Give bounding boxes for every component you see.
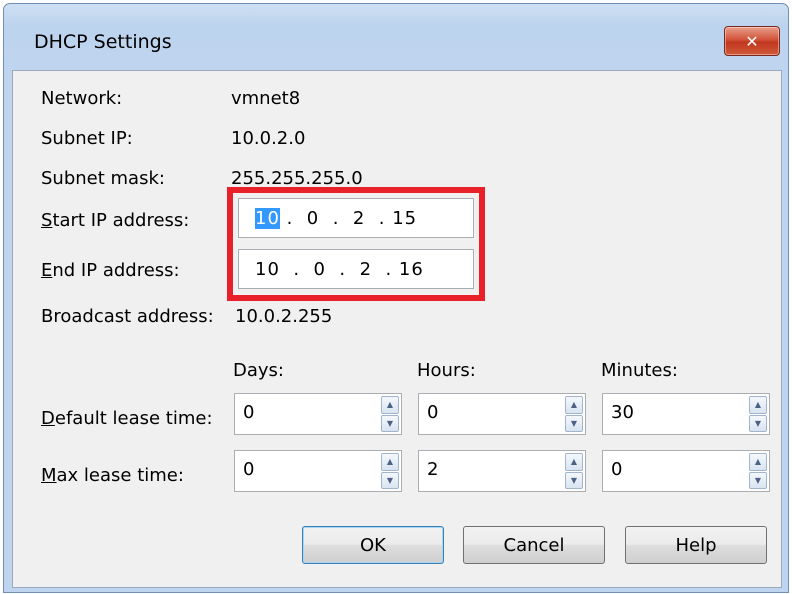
end-ip-mnemonic: E (41, 260, 53, 281)
max-days-value: 0 (243, 459, 255, 480)
minutes-column-header: Minutes: (601, 360, 678, 381)
spin-up-icon[interactable]: ▲ (749, 453, 767, 471)
default-hours-spinner[interactable]: 0 ▲ ▼ (418, 393, 586, 435)
broadcast-value: 10.0.2.255 (235, 306, 333, 327)
spin-up-icon[interactable]: ▲ (381, 396, 399, 414)
dialog-title: DHCP Settings (34, 31, 172, 53)
default-lease-label-text: efault lease time: (54, 408, 213, 429)
spin-down-icon[interactable]: ▼ (749, 471, 767, 489)
spin-down-icon[interactable]: ▼ (749, 414, 767, 432)
spin-down-icon[interactable]: ▼ (381, 414, 399, 432)
default-days-value: 0 (243, 402, 255, 423)
spin-down-icon[interactable]: ▼ (381, 471, 399, 489)
ok-button[interactable]: OK (302, 526, 444, 564)
days-column-header: Days: (233, 360, 284, 381)
max-lease-label: Max lease time: (41, 465, 184, 486)
default-lease-mnemonic: D (41, 408, 55, 429)
ip-range-highlight (227, 187, 485, 301)
network-value: vmnet8 (231, 88, 301, 109)
subnet-mask-value: 255.255.255.0 (231, 168, 363, 189)
end-ip-label-text: nd IP address: (52, 260, 180, 281)
max-minutes-spinner[interactable]: 0 ▲ ▼ (602, 450, 770, 492)
close-icon: ✕ (745, 31, 759, 51)
default-minutes-value: 30 (611, 402, 634, 423)
max-lease-mnemonic: M (41, 465, 57, 486)
spin-up-icon[interactable]: ▲ (749, 396, 767, 414)
spin-down-icon[interactable]: ▼ (565, 414, 583, 432)
max-minutes-value: 0 (611, 459, 623, 480)
spin-up-icon[interactable]: ▲ (565, 396, 583, 414)
subnet-ip-label: Subnet IP: (41, 128, 133, 149)
spin-up-icon[interactable]: ▲ (565, 453, 583, 471)
broadcast-label: Broadcast address: (41, 306, 214, 327)
default-days-spinner[interactable]: 0 ▲ ▼ (234, 393, 402, 435)
start-ip-label: Start IP address: (41, 210, 189, 231)
max-lease-label-text: ax lease time: (56, 465, 184, 486)
subnet-ip-value: 10.0.2.0 (231, 128, 306, 149)
cancel-button[interactable]: Cancel (463, 526, 605, 564)
end-ip-label: End IP address: (41, 260, 180, 281)
subnet-mask-label: Subnet mask: (41, 168, 165, 189)
start-ip-label-text: tart IP address: (52, 210, 190, 231)
default-lease-label: Default lease time: (41, 408, 213, 429)
help-button[interactable]: Help (625, 526, 767, 564)
spin-down-icon[interactable]: ▼ (565, 471, 583, 489)
hours-column-header: Hours: (417, 360, 476, 381)
default-minutes-spinner[interactable]: 30 ▲ ▼ (602, 393, 770, 435)
start-ip-mnemonic: S (41, 210, 53, 231)
default-hours-value: 0 (427, 402, 439, 423)
max-days-spinner[interactable]: 0 ▲ ▼ (234, 450, 402, 492)
max-hours-value: 2 (427, 459, 439, 480)
spin-up-icon[interactable]: ▲ (381, 453, 399, 471)
network-label: Network: (41, 88, 123, 109)
close-button[interactable]: ✕ (724, 26, 780, 56)
max-hours-spinner[interactable]: 2 ▲ ▼ (418, 450, 586, 492)
